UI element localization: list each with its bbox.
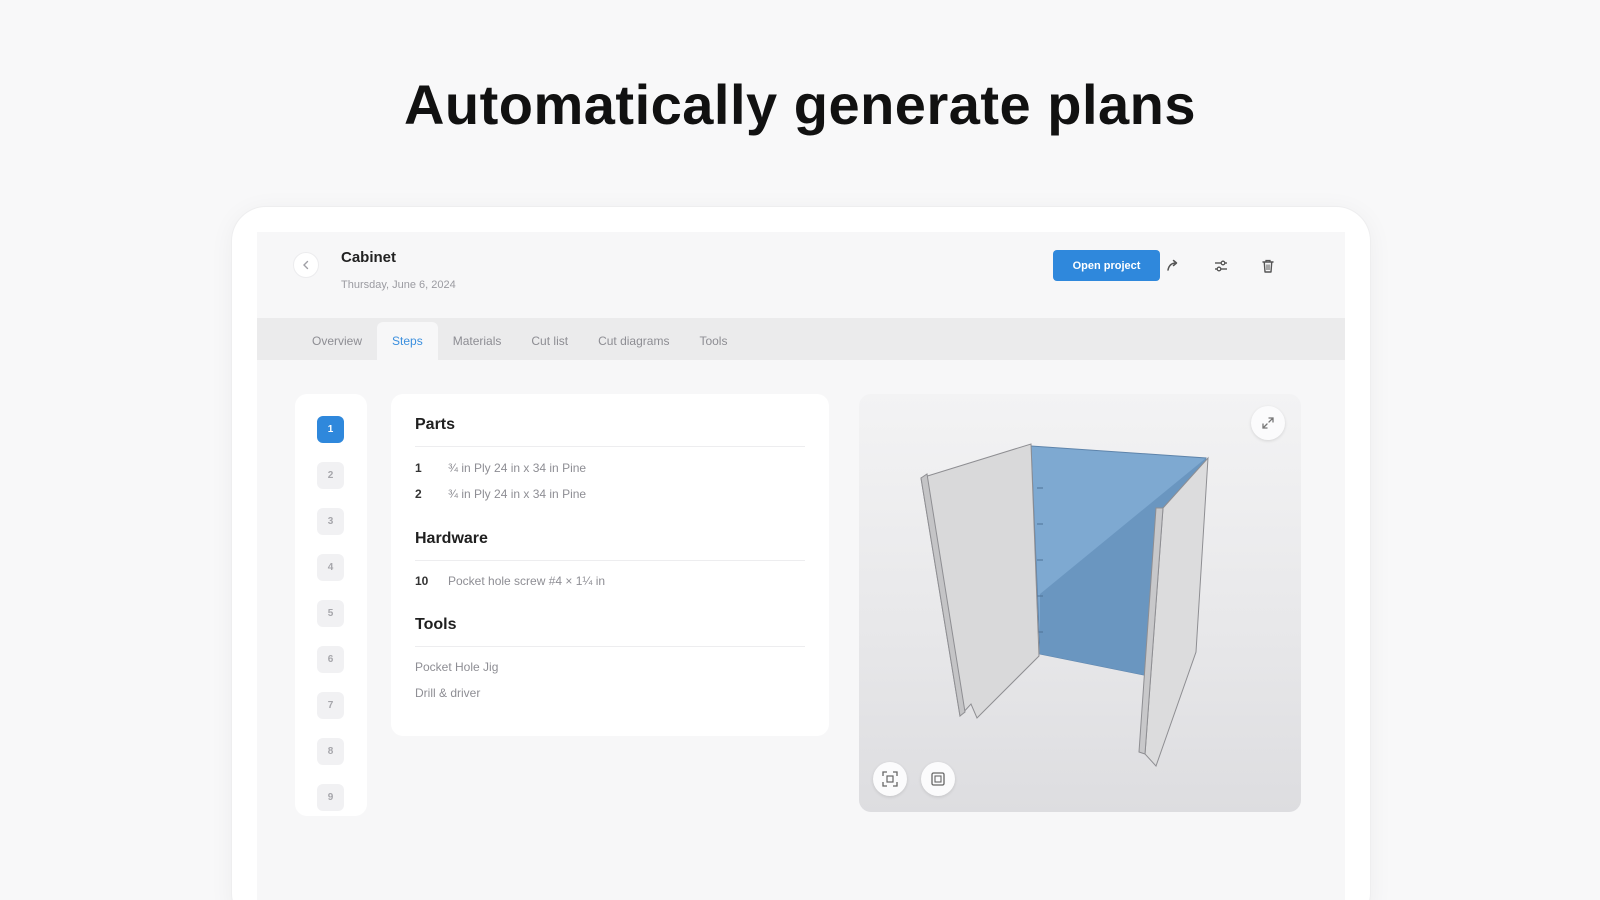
chevron-left-icon — [303, 260, 309, 270]
divider — [415, 446, 805, 447]
part-label: ¾ in Ply 24 in x 34 in Pine — [448, 487, 587, 501]
headline: Automatically generate plans — [403, 73, 1196, 136]
tool-row: Pocket Hole Jig — [415, 660, 498, 674]
tab-cut-diagrams[interactable]: Cut diagrams — [583, 322, 684, 360]
trash-icon — [1262, 259, 1274, 273]
delete-button[interactable] — [1252, 250, 1284, 282]
hardware-row: 10 Pocket hole screw #4 × 1¼ in — [415, 574, 605, 588]
part-qty: 1 — [415, 461, 422, 475]
step-button[interactable]: 6 — [317, 646, 344, 673]
tool-label: Pocket Hole Jig — [415, 660, 499, 674]
open-project-button[interactable]: Open project — [1053, 250, 1160, 281]
step-button[interactable]: 8 — [317, 738, 344, 765]
tool-row: Drill & driver — [415, 686, 480, 700]
settings-button[interactable] — [1205, 250, 1237, 282]
fit-view-button[interactable] — [873, 762, 907, 796]
part-qty: 2 — [415, 487, 422, 501]
divider — [415, 646, 805, 647]
hardware-title: Hardware — [415, 530, 488, 547]
project-header: Cabinet Thursday, June 6, 2024 Open proj… — [257, 232, 1345, 318]
hardware-label: Pocket hole screw #4 × 1¼ in — [448, 574, 606, 588]
app-screen: Cabinet Thursday, June 6, 2024 Open proj… — [257, 232, 1345, 900]
part-row: 1 ¾ in Ply 24 in x 34 in Pine — [415, 461, 586, 475]
tab-overview[interactable]: Overview — [297, 322, 377, 360]
3d-viewer[interactable] — [859, 394, 1301, 812]
part-label: ¾ in Ply 24 in x 34 in Pine — [448, 461, 587, 475]
tools-title: Tools — [415, 616, 457, 633]
tool-label: Drill & driver — [415, 686, 481, 700]
expand-button[interactable] — [1251, 406, 1285, 440]
tab-tools[interactable]: Tools — [684, 322, 742, 360]
step-button[interactable]: 9 — [317, 784, 344, 811]
step-button[interactable]: 1 — [317, 416, 344, 443]
parts-title: Parts — [415, 416, 456, 433]
layers-icon — [931, 772, 945, 786]
layers-button[interactable] — [921, 762, 955, 796]
part-row: 2 ¾ in Ply 24 in x 34 in Pine — [415, 487, 586, 501]
step-button[interactable]: 3 — [317, 508, 344, 535]
hardware-qty: 10 — [415, 574, 429, 588]
share-icon — [1167, 259, 1178, 271]
cabinet-model[interactable] — [859, 394, 1301, 812]
step-button[interactable]: 2 — [317, 462, 344, 489]
step-button[interactable]: 7 — [317, 692, 344, 719]
sliders-icon — [1215, 260, 1227, 272]
step-button[interactable]: 5 — [317, 600, 344, 627]
project-tabs: Overview Steps Materials Cut list Cut di… — [257, 318, 1345, 360]
project-title: Cabinet — [341, 249, 397, 266]
step-rail: 1 2 3 4 5 6 7 8 9 — [295, 394, 367, 816]
expand-icon — [1262, 417, 1274, 429]
tab-steps[interactable]: Steps — [377, 322, 438, 360]
tab-cut-list[interactable]: Cut list — [516, 322, 583, 360]
divider — [415, 560, 805, 561]
back-button[interactable] — [293, 252, 319, 278]
step-details-card: Parts 1 ¾ in Ply 24 in x 34 in Pine 2 ¾ … — [391, 394, 829, 736]
tab-materials[interactable]: Materials — [438, 322, 517, 360]
fit-view-icon — [882, 771, 898, 787]
project-date: Thursday, June 6, 2024 — [341, 279, 456, 291]
step-button[interactable]: 4 — [317, 554, 344, 581]
share-button[interactable] — [1157, 250, 1189, 282]
